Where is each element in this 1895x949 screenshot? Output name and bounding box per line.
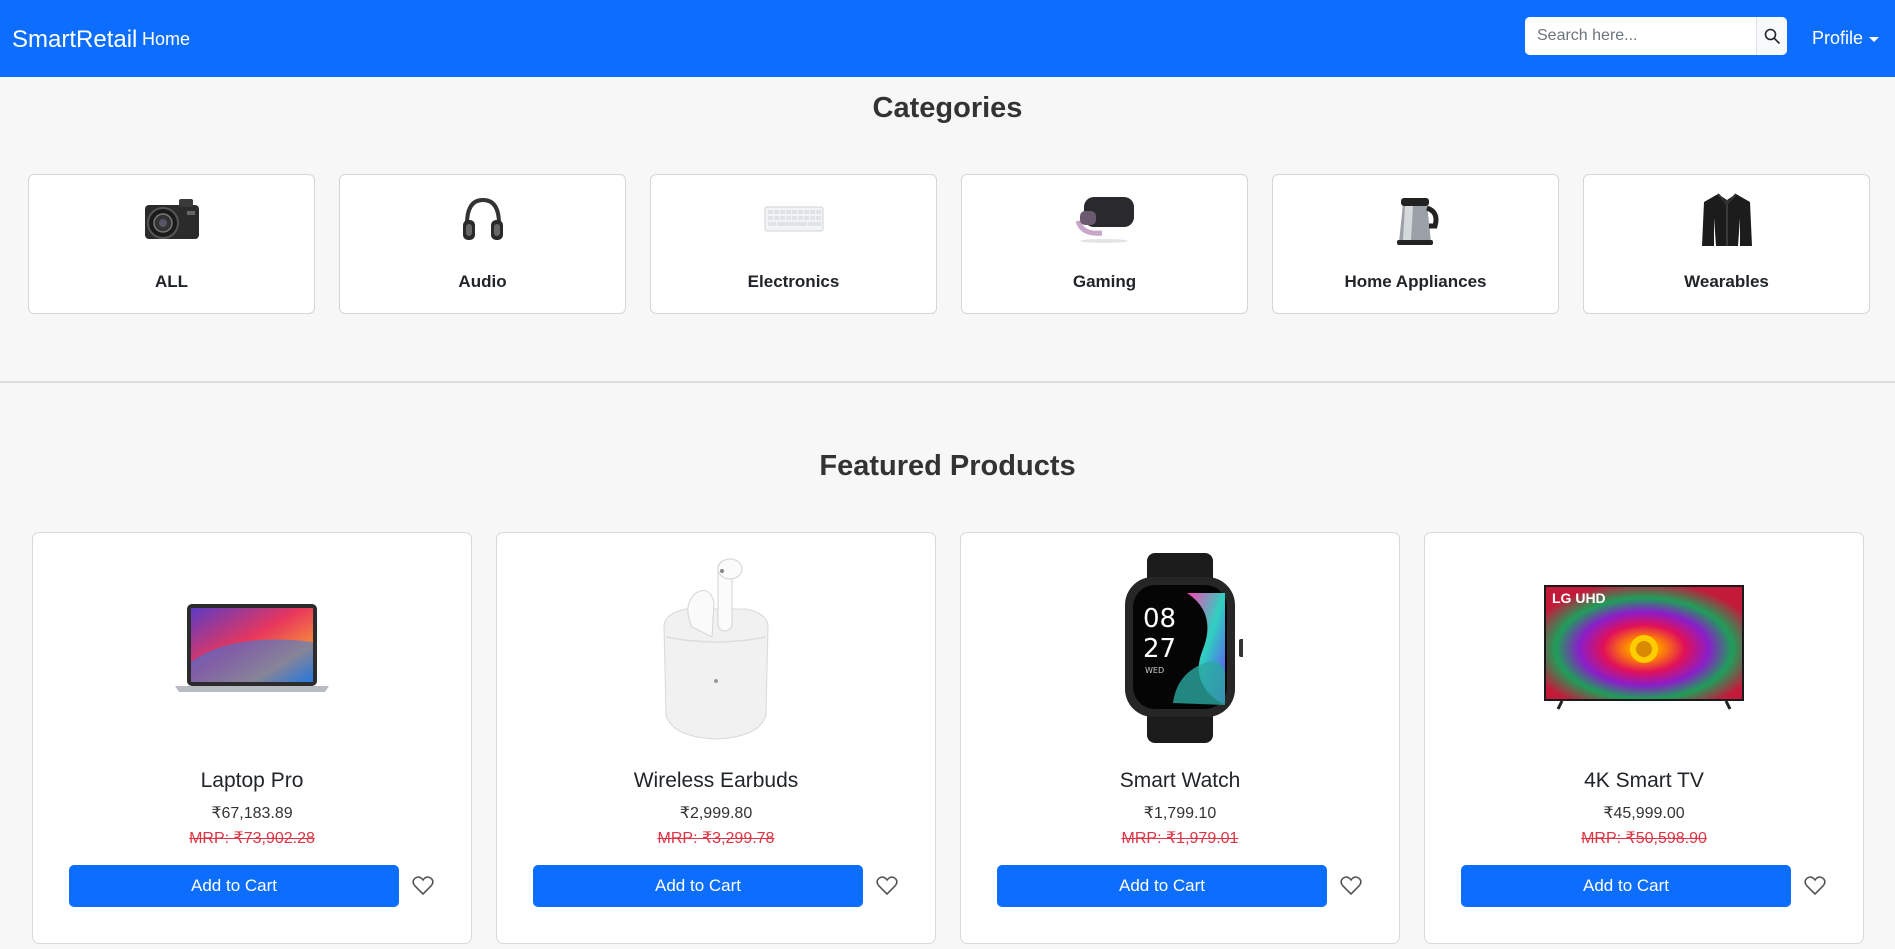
camera-icon [137,190,207,248]
jacket-icon [1692,190,1762,248]
tv-image[interactable]: LG UHD [1425,553,1863,743]
laptop-image[interactable] [33,553,471,743]
search-input[interactable] [1525,17,1756,55]
product-mrp: MRP: ₹50,598.90 [1581,830,1707,847]
earbuds-image[interactable] [497,553,935,743]
caret-down-icon [1869,37,1880,42]
product-price: ₹1,799.10 [1143,805,1217,822]
watch-day: WED [1145,666,1164,675]
product-price: ₹2,999.80 [679,805,753,822]
watch-hour: 08 [1143,604,1176,634]
add-to-cart-button[interactable]: Add to Cart [533,865,863,907]
product-card-4k-smart-tv: LG UHD 4K Smart TV ₹45,999.00 MRP: ₹50,5… [1424,532,1864,944]
profile-label: Profile [1812,28,1864,48]
category-label: Electronics [747,272,840,291]
kettle-icon [1381,190,1451,248]
heart-icon[interactable] [873,872,901,900]
top-navbar: SmartRetail Home Profile [0,0,1895,77]
profile-dropdown[interactable]: Profile [1812,28,1880,49]
category-card-electronics[interactable]: Electronics [650,174,937,314]
product-name[interactable]: Smart Watch [961,769,1399,793]
product-mrp: MRP: ₹73,902.28 [189,830,315,847]
product-card-wireless-earbuds: Wireless Earbuds ₹2,999.80 MRP: ₹3,299.7… [496,532,936,944]
nav-home-link[interactable]: Home [142,29,190,50]
add-to-cart-button[interactable]: Add to Cart [1461,865,1791,907]
category-label: Wearables [1684,272,1769,291]
search-button[interactable] [1756,17,1787,55]
tv-brand-text: LG UHD [1552,590,1606,606]
product-name[interactable]: Wireless Earbuds [497,769,935,793]
category-card-all[interactable]: ALL [28,174,315,314]
product-card-laptop-pro: Laptop Pro ₹67,183.89 MRP: ₹73,902.28 Ad… [32,532,472,944]
product-mrp: MRP: ₹3,299.78 [657,830,775,847]
search-icon [1764,28,1780,44]
category-card-gaming[interactable]: Gaming [961,174,1248,314]
category-label: Audio [458,272,507,291]
category-card-home-appliances[interactable]: Home Appliances [1272,174,1559,314]
category-label: Gaming [1072,272,1137,291]
keyboard-icon [759,190,829,248]
featured-products-heading: Featured Products [819,450,1076,482]
add-to-cart-button[interactable]: Add to Cart [69,865,399,907]
product-name[interactable]: 4K Smart TV [1425,769,1863,793]
heart-icon[interactable] [409,872,437,900]
category-card-wearables[interactable]: Wearables [1583,174,1870,314]
vr-headset-icon [1070,190,1140,248]
product-list: Laptop Pro ₹67,183.89 MRP: ₹73,902.28 Ad… [32,532,1864,944]
product-name[interactable]: Laptop Pro [33,769,471,793]
product-price: ₹45,999.00 [1603,805,1685,822]
heart-icon[interactable] [1801,872,1829,900]
product-card-smart-watch: 08 27 WED Smart Watch ₹1,799.10 MRP: ₹1,… [960,532,1400,944]
categories-heading: Categories [872,92,1023,124]
brand-logo-link[interactable]: SmartRetail [12,26,137,54]
section-divider [0,381,1895,383]
add-to-cart-button[interactable]: Add to Cart [997,865,1327,907]
product-mrp: MRP: ₹1,979.01 [1121,830,1239,847]
headphones-icon [448,190,518,248]
heart-icon[interactable] [1337,872,1365,900]
smartwatch-image[interactable]: 08 27 WED [961,553,1399,743]
category-list: ALL Audio Electronics Gaming Home Applia… [28,174,1870,314]
watch-minute: 27 [1143,634,1176,664]
product-price: ₹67,183.89 [211,805,293,822]
category-label: Home Appliances [1344,272,1487,291]
category-label: ALL [154,272,189,291]
category-card-audio[interactable]: Audio [339,174,626,314]
search-group [1525,17,1787,55]
